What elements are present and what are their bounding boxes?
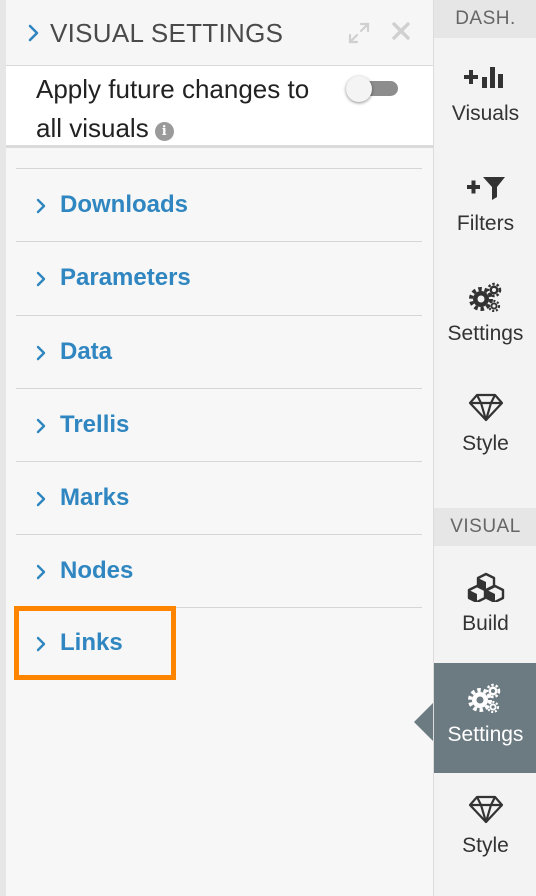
section-label: Parameters bbox=[60, 264, 191, 292]
rail-button-label: Style bbox=[462, 432, 509, 455]
rail-button-label: Settings bbox=[447, 723, 524, 746]
rail-button-label: Style bbox=[462, 834, 509, 857]
close-icon[interactable] bbox=[390, 20, 412, 42]
section-downloads[interactable]: Downloads bbox=[16, 168, 422, 241]
diamond-icon bbox=[468, 795, 504, 824]
active-tab-pointer bbox=[414, 703, 433, 741]
settings-accordion: Downloads Parameters Data Trellis Marks … bbox=[16, 168, 422, 608]
section-label: Marks bbox=[60, 484, 130, 512]
visual-settings-button[interactable]: Settings bbox=[434, 663, 536, 773]
dash-style-button[interactable]: Style bbox=[434, 368, 536, 478]
rail-button-label: Visuals bbox=[451, 102, 520, 125]
chevron-right-icon bbox=[36, 565, 46, 580]
toggle-knob bbox=[346, 76, 372, 102]
expand-icon[interactable] bbox=[346, 20, 372, 46]
chevron-right-icon bbox=[36, 491, 46, 507]
gears-icon bbox=[469, 282, 502, 312]
info-icon[interactable]: i bbox=[154, 122, 174, 141]
dash-section-header: DASH. bbox=[434, 0, 536, 38]
section-parameters[interactable]: Parameters bbox=[16, 241, 422, 314]
panel-title: VISUAL SETTINGS bbox=[50, 18, 284, 48]
cubes-icon bbox=[467, 572, 505, 602]
apply-to-all-setting: Apply future changes to all visuals i bbox=[6, 66, 433, 148]
panel-header: VISUAL SETTINGS bbox=[6, 0, 433, 66]
chevron-right-icon bbox=[36, 198, 46, 214]
collapse-chevron-icon[interactable] bbox=[28, 24, 40, 42]
links-highlight-box bbox=[14, 606, 176, 680]
section-label: Nodes bbox=[60, 557, 134, 585]
visual-settings-panel: VISUAL SETTINGS Apply future changes to … bbox=[0, 0, 433, 896]
section-label: Trellis bbox=[60, 410, 130, 438]
apply-to-all-label: Apply future changes to all visuals i bbox=[36, 70, 336, 148]
section-data[interactable]: Data bbox=[16, 314, 422, 388]
chevron-right-icon bbox=[36, 272, 46, 287]
rail-button-label: Build bbox=[462, 612, 509, 635]
dash-filters-button[interactable]: Filters bbox=[434, 148, 536, 258]
add-filter-icon bbox=[467, 177, 505, 200]
rail-button-label: Filters bbox=[456, 212, 515, 235]
section-trellis[interactable]: Trellis bbox=[16, 387, 422, 461]
visual-section-header: VISUAL bbox=[434, 508, 536, 546]
dash-visuals-button[interactable]: Visuals bbox=[434, 38, 536, 148]
section-label: Downloads bbox=[60, 191, 189, 218]
add-visual-icon bbox=[464, 67, 503, 88]
section-label: Data bbox=[60, 337, 113, 365]
rail-button-label: Settings bbox=[447, 322, 524, 345]
gears-icon bbox=[468, 683, 501, 713]
apply-to-all-toggle[interactable] bbox=[346, 76, 398, 102]
chevron-right-icon bbox=[36, 345, 46, 360]
right-toolbar: DASH. Visuals Filters Settings Style VIS… bbox=[433, 0, 536, 896]
dash-settings-button[interactable]: Settings bbox=[434, 258, 536, 368]
section-nodes[interactable]: Nodes bbox=[16, 534, 422, 608]
visual-style-button[interactable]: Style bbox=[434, 772, 536, 882]
chevron-right-icon bbox=[36, 418, 46, 434]
diamond-icon bbox=[468, 393, 504, 422]
section-marks[interactable]: Marks bbox=[16, 461, 422, 534]
visual-build-button[interactable]: Build bbox=[434, 548, 536, 658]
